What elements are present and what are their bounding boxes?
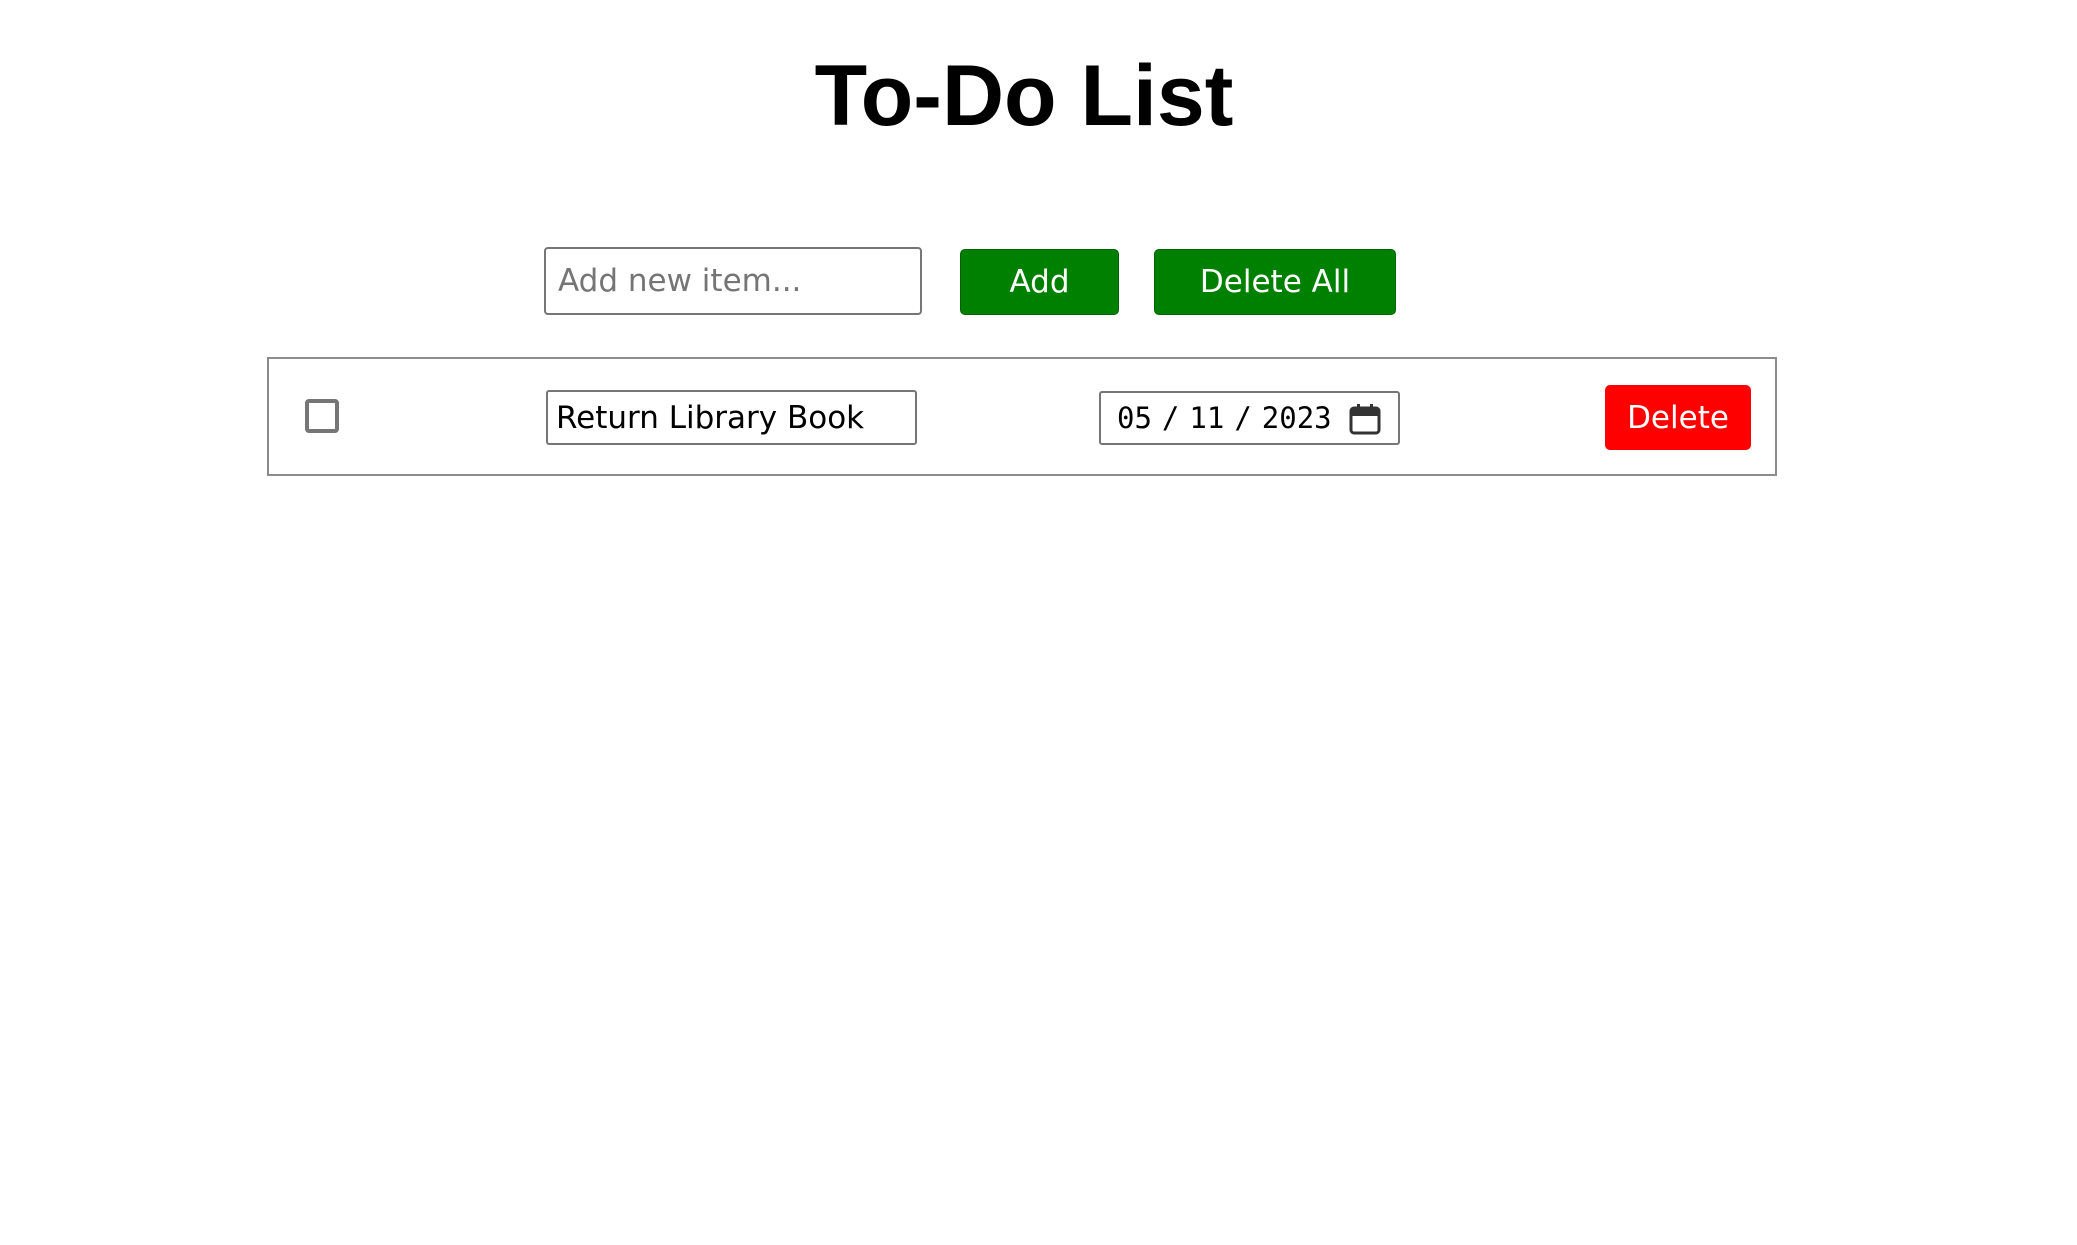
delete-all-button[interactable]: Delete All: [1154, 249, 1396, 315]
item-text-field[interactable]: [546, 390, 917, 445]
date-day[interactable]: 11: [1189, 401, 1224, 435]
page-title: To-Do List: [814, 48, 1234, 144]
todo-list: 05 / 11 / 2023 Delete: [267, 357, 1777, 476]
item-checkbox[interactable]: [305, 399, 339, 433]
delete-item-button[interactable]: Delete: [1605, 385, 1751, 450]
date-month[interactable]: 05: [1117, 401, 1152, 435]
add-button[interactable]: Add: [960, 249, 1119, 315]
new-item-input[interactable]: [544, 247, 922, 315]
todo-page: To-Do List Add Delete All 05 / 11 / 2023: [0, 0, 2077, 1245]
date-year[interactable]: 2023: [1262, 401, 1332, 435]
date-separator: /: [1161, 401, 1180, 435]
date-separator: /: [1234, 401, 1252, 435]
item-date-field[interactable]: 05 / 11 / 2023: [1099, 391, 1400, 445]
calendar-icon[interactable]: [1348, 402, 1382, 436]
